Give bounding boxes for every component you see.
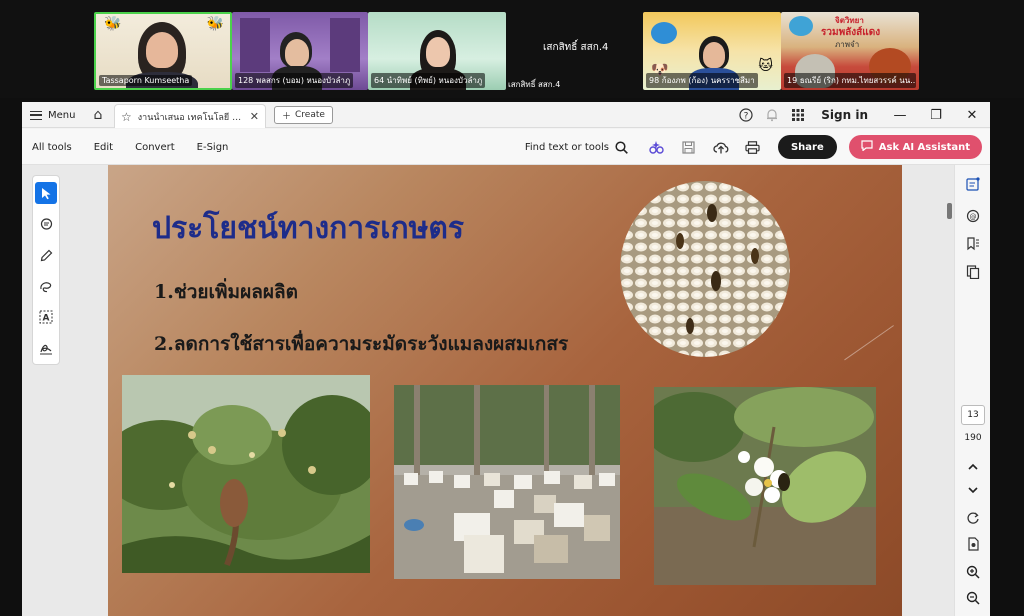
apps-grid-icon[interactable]: [785, 102, 811, 128]
participant-name: 64 นำทิพย์ (ทิพย์) หนองบัวลำภู: [371, 73, 486, 88]
rotate-icon[interactable]: [962, 507, 984, 529]
ai-chat-icon: [861, 140, 873, 154]
page-fit-icon[interactable]: [962, 533, 984, 555]
tool-menu: All tools Edit Convert E-Sign: [32, 129, 228, 165]
ai-label: Ask AI Assistant: [878, 141, 970, 153]
zoom-out-icon[interactable]: [962, 587, 984, 609]
save-icon[interactable]: [676, 134, 702, 160]
close-icon[interactable]: ✕: [250, 110, 259, 123]
pdf-reader-window: Menu ⌂ ☆ งานนำเสนอ เทคโนโลยี เทคโนโ... ✕…: [22, 102, 990, 616]
participant-name-small: เสกสิทธิ์ สสก.4: [508, 80, 561, 89]
right-side-rail: @ 13 190: [954, 165, 990, 616]
comment-icon[interactable]: @: [962, 205, 984, 227]
participant-name: 19 ธณรีย์ (ริก) กทม.ไทยสวรรค์ นน...: [784, 73, 917, 88]
document-tab[interactable]: ☆ งานนำเสนอ เทคโนโลยี เทคโนโ... ✕: [114, 104, 266, 128]
search-icon: [615, 140, 628, 154]
restore-icon[interactable]: ❐: [918, 102, 954, 128]
participant-name: 98 ก้องภพ (ก้อง) นครราชสีมา: [646, 73, 758, 88]
participant-tile-1[interactable]: 🐝 🐝 Tassaporn Kumseetha: [94, 12, 232, 90]
main-toolbar: All tools Edit Convert E-Sign Find text …: [22, 129, 990, 165]
title-tab-bar: Menu ⌂ ☆ งานนำเสนอ เทคโนโลยี เทคโนโ... ✕…: [22, 102, 990, 128]
bell-icon[interactable]: [759, 102, 785, 128]
zoom-in-icon[interactable]: [962, 561, 984, 583]
cat-sticker-icon: 🐱: [758, 58, 773, 74]
page-total: 190: [964, 433, 982, 443]
page-thumbnails-icon[interactable]: [962, 261, 984, 283]
hamburger-icon: [30, 110, 42, 120]
convert-menu[interactable]: Convert: [135, 142, 175, 153]
menu-button[interactable]: Menu: [30, 107, 75, 123]
esign-menu[interactable]: E-Sign: [197, 142, 229, 153]
fruit-tree-photo: [122, 375, 370, 573]
ask-ai-assistant-button[interactable]: Ask AI Assistant: [848, 135, 982, 159]
cloud-upload-icon[interactable]: [708, 134, 734, 160]
plus-icon: ＋: [282, 111, 292, 122]
slide-title: ประโยชน์ทางการเกษตร: [152, 211, 465, 246]
participant-tile-3[interactable]: 64 นำทิพย์ (ทิพย์) หนองบัวลำภู: [368, 12, 506, 90]
bee-sticker-icon: 🐝: [104, 16, 122, 32]
sign-in-button[interactable]: Sign in: [821, 108, 868, 122]
text-box-icon[interactable]: A: [35, 306, 57, 328]
ai-summary-icon[interactable]: [962, 173, 984, 195]
screen: 🐝 🐝 Tassaporn Kumseetha 128 พลสกร (บอม) …: [0, 0, 1024, 616]
minimize-icon[interactable]: —: [882, 102, 918, 128]
share-button[interactable]: Share: [777, 135, 837, 159]
find-label: Find text or tools: [524, 141, 609, 153]
participant-name: Tassaporn Kumseetha: [99, 75, 193, 86]
create-button[interactable]: ＋ Create: [274, 106, 333, 124]
bee-honeycomb-photo: [620, 181, 790, 357]
video-conference-strip: 🐝 🐝 Tassaporn Kumseetha 128 พลสกร (บอม) …: [0, 0, 1024, 98]
help-icon[interactable]: ?: [733, 102, 759, 128]
star-icon[interactable]: ☆: [121, 110, 132, 124]
svg-text:A: A: [43, 314, 50, 324]
home-icon[interactable]: ⌂: [89, 106, 107, 124]
participant-name: 128 พลสกร (บอม) หนองบัวลำภู: [235, 73, 354, 88]
pdf-page: ประโยชน์ทางการเกษตร 1.ช่วยเพิ่มผลผลิต 2.…: [108, 165, 902, 616]
participant-name-only: เสกสิทธิ์ สสก.4: [543, 42, 609, 53]
slide-point-1: 1.ช่วยเพิ่มผลผลิต: [154, 281, 298, 303]
participant-tile-4[interactable]: 🐶 🐱 98 ก้องภพ (ก้อง) นครราชสีมา: [643, 12, 781, 90]
bee-sticker-icon: 🐝: [206, 16, 224, 32]
banner-subtext: ภาพจำ: [835, 40, 860, 49]
vertical-scrollbar[interactable]: [947, 203, 952, 219]
edit-menu[interactable]: Edit: [94, 142, 113, 153]
add-comment-icon[interactable]: [35, 213, 57, 235]
participant-tile-5[interactable]: จิตวิทยา รวมพลังส์แดง ภาพจำ 19 ธณรีย์ (ร…: [781, 12, 919, 90]
right-toolbar: Find text or tools Share Ask AI Assistan…: [525, 129, 982, 165]
highlight-pen-icon[interactable]: [35, 244, 57, 266]
svg-text:?: ?: [744, 112, 749, 122]
beehive-farm-photo: [394, 385, 620, 579]
chevron-down-icon[interactable]: [962, 479, 984, 501]
chevron-up-icon[interactable]: [962, 455, 984, 477]
print-icon[interactable]: [740, 134, 766, 160]
bee-on-flower-photo: [654, 387, 876, 585]
participant-tile-2[interactable]: 128 พลสกร (บอม) หนองบัวลำภู: [232, 12, 368, 90]
window-controls: ? Sign in — ❐ ✕: [733, 102, 990, 128]
select-cursor-icon[interactable]: [35, 182, 57, 204]
left-quick-toolbar: A: [32, 175, 60, 365]
svg-text:@: @: [970, 213, 977, 221]
document-tab-title: งานนำเสนอ เทคโนโลยี เทคโนโ...: [137, 112, 244, 123]
slide-point-2: 2.ลดการใช้สารเพื่อความระมัดระวังแมลงผสมเ…: [154, 333, 569, 355]
all-tools-menu[interactable]: All tools: [32, 142, 72, 153]
ai-sparkle-icon[interactable]: [644, 134, 670, 160]
close-window-icon[interactable]: ✕: [954, 102, 990, 128]
freehand-draw-icon[interactable]: [35, 275, 57, 297]
create-label: Create: [295, 110, 325, 120]
document-area: A ประโยชน์ทางการเกษตร 1.ช่วยเพิ่มผลผลิต …: [22, 165, 990, 616]
fill-sign-icon[interactable]: [35, 337, 57, 359]
current-page-input[interactable]: 13: [961, 405, 985, 425]
menu-label: Menu: [48, 109, 76, 121]
bookmark-icon[interactable]: [962, 233, 984, 255]
find-text-button[interactable]: Find text or tools: [524, 140, 628, 154]
